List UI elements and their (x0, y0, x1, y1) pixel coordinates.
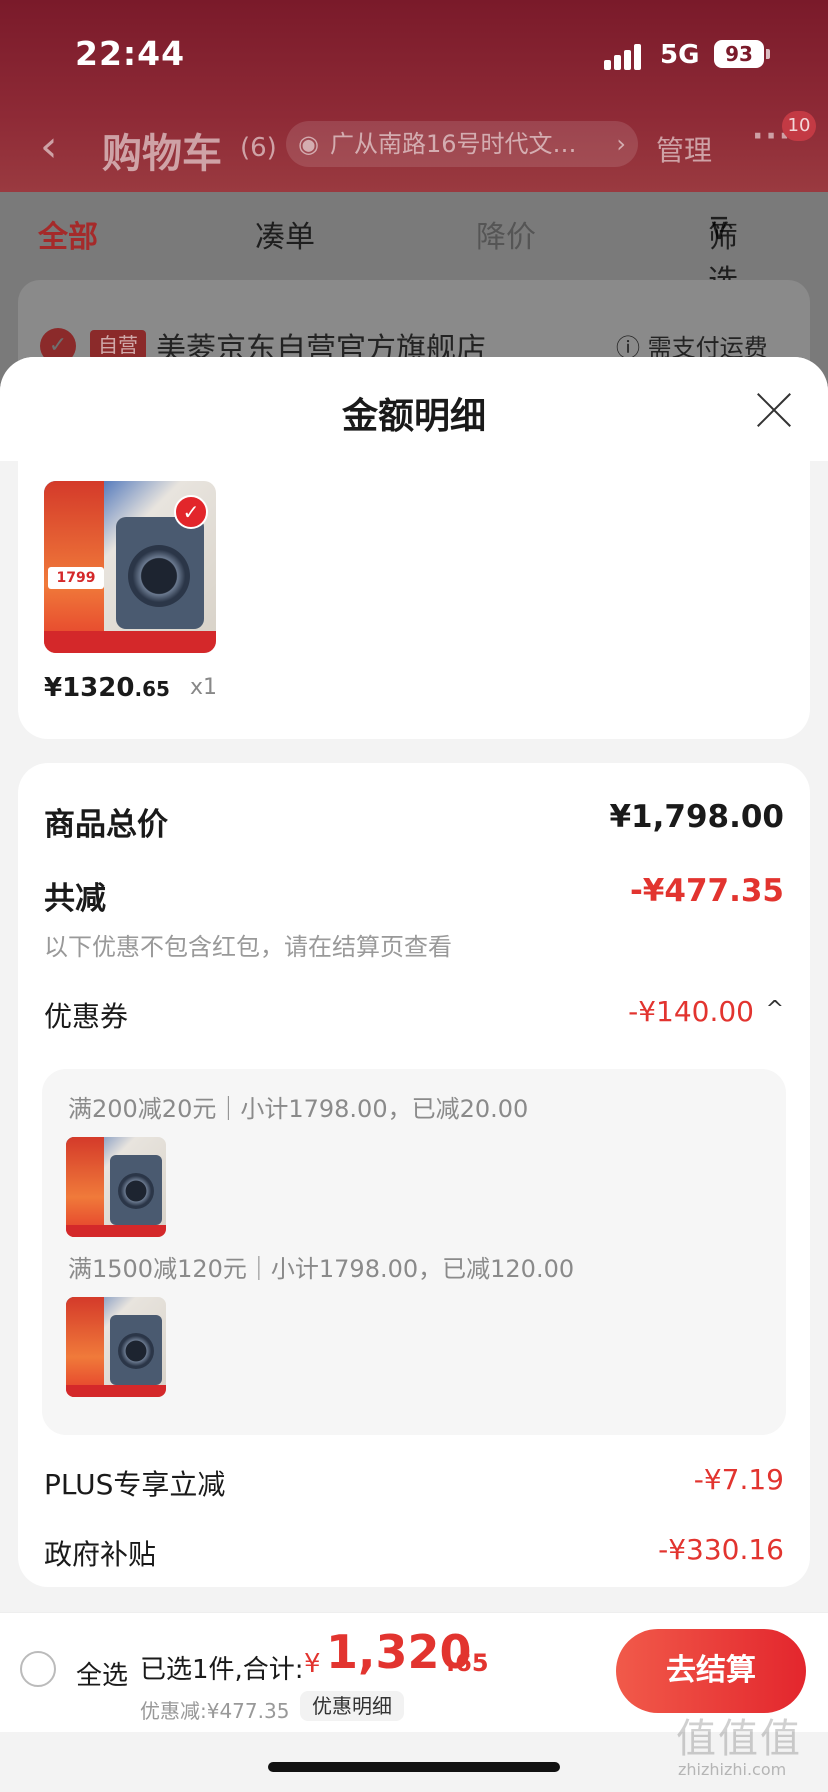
self-operated-tag: 自营 (90, 330, 146, 360)
savings-text: 优惠减:¥477.35 (140, 1699, 290, 1723)
sheet-header: 金额明细 (0, 357, 828, 461)
message-badge: 10 (782, 111, 816, 141)
gov-label: 政府补贴 (44, 1538, 157, 1571)
product-card: 1799 ✓ ¥1320.65 x1 (18, 461, 810, 739)
signal-icon (604, 44, 648, 70)
product-thumbnail[interactable]: 1799 ✓ (44, 481, 216, 653)
battery-icon: 93 (714, 40, 764, 68)
cart-tabs: 全部 凑单 降价 筛选 ⊽ (0, 212, 828, 299)
plus-label: PLUS专享立减 (44, 1468, 226, 1501)
address-text: 广从南路16号时代文… (330, 130, 577, 158)
item-price-int: 1320 (62, 673, 135, 703)
tab-combine[interactable]: 凑单 (255, 212, 315, 256)
coupon-label: 优惠券 (44, 1000, 129, 1033)
chevron-right-icon: › (616, 130, 626, 158)
back-icon[interactable]: ‹ (40, 121, 58, 172)
chevron-up-icon[interactable]: ^ (766, 997, 784, 1022)
cart-title: 购物车 (102, 131, 222, 177)
total-amount-dec: .65 (446, 1649, 489, 1677)
coupon-item-text: 满1500减120元｜小计1798.00，已减120.00 (68, 1255, 575, 1283)
manage-button[interactable]: 管理 (656, 129, 712, 169)
item-quantity: x1 (190, 675, 218, 700)
coupon-item-thumbnail (66, 1297, 166, 1397)
thumb-price-tag: 1799 (48, 567, 104, 589)
eye-icon: ◉ (298, 130, 319, 158)
filter-icon: ⊽ (708, 212, 730, 247)
discount-detail-button[interactable]: 优惠明细 (300, 1691, 404, 1721)
checkout-button[interactable]: 去结算 (616, 1629, 806, 1713)
tab-all[interactable]: 全部 (38, 212, 98, 256)
tab-price-drop[interactable]: 降价 (476, 212, 536, 256)
network-type: 5G (660, 40, 700, 70)
cart-count: (6) (240, 133, 277, 163)
watermark-logo: 值值值 (676, 1716, 802, 1762)
cart-navbar: ‹ 购物车 (6) ◉ 广从南路16号时代文… › 管理 ··· 10 (0, 111, 828, 177)
select-all-radio[interactable] (20, 1651, 56, 1687)
price-breakdown-card: 商品总价 ¥1,798.00 共减 -¥477.35 以下优惠不包含红包，请在结… (18, 763, 810, 1587)
coupon-details: 满200减20元｜小计1798.00，已减20.00 满1500减120元｜小计… (42, 1069, 786, 1435)
total-currency: ¥ (304, 1649, 321, 1679)
item-price-dec: .65 (134, 677, 170, 701)
selected-check-icon: ✓ (174, 495, 208, 529)
reduction-note: 以下优惠不包含红包，请在结算页查看 (44, 933, 452, 961)
plus-value: -¥7.19 (693, 1463, 784, 1496)
close-icon[interactable] (754, 389, 794, 429)
reduction-value: -¥477.35 (629, 873, 784, 909)
item-currency: ¥ (44, 673, 63, 703)
amount-detail-sheet: 金额明细 1799 ✓ ¥1320.65 x1 商品总价 ¥1,798.00 共… (0, 357, 828, 1792)
total-label: 商品总价 (44, 807, 168, 843)
washing-machine-image (116, 517, 204, 629)
status-bar: 22:44 5G 93 (0, 0, 828, 110)
total-value: ¥1,798.00 (609, 799, 784, 835)
battery-tip (766, 49, 770, 59)
coupon-item-text: 满200减20元｜小计1798.00，已减20.00 (68, 1095, 529, 1123)
watermark-url: zhizhizhi.com (678, 1760, 787, 1779)
coupon-value: -¥140.00 (628, 995, 754, 1028)
home-indicator[interactable] (268, 1762, 560, 1772)
coupon-item-thumbnail (66, 1137, 166, 1237)
summary-label: 已选1件,合计: (140, 1655, 304, 1685)
status-time: 22:44 (75, 34, 186, 73)
address-selector[interactable]: ◉ 广从南路16号时代文… › (286, 121, 638, 167)
select-all-label[interactable]: 全选 (76, 1655, 128, 1692)
reduction-label: 共减 (44, 881, 106, 917)
item-price: ¥1320.65 (44, 673, 170, 703)
gov-value: -¥330.16 (658, 1533, 784, 1566)
sheet-title: 金额明细 (341, 396, 486, 437)
